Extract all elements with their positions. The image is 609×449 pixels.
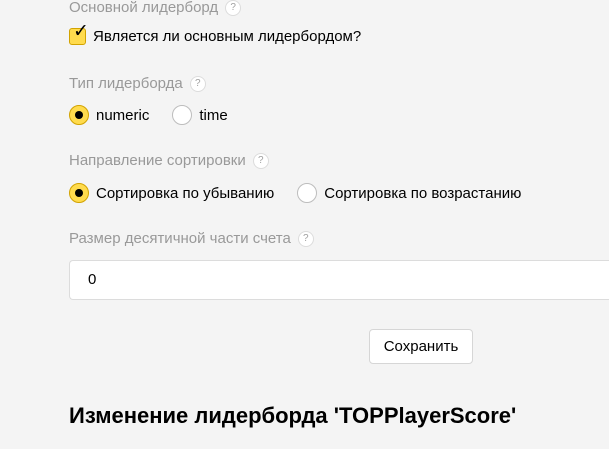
radio-label-time[interactable]: time bbox=[199, 107, 227, 124]
radio-button-ascending[interactable] bbox=[297, 183, 318, 203]
decimal-part-input[interactable]: 0 bbox=[69, 260, 609, 300]
radio-option-numeric[interactable]: numeric bbox=[69, 105, 149, 125]
help-icon[interactable]: ? bbox=[297, 231, 314, 247]
main-leaderboard-checkbox-label[interactable]: Является ли основным лидербордом? bbox=[93, 28, 361, 45]
radio-label-ascending[interactable]: Сортировка по возрастанию bbox=[324, 185, 521, 202]
save-button[interactable]: Сохранить bbox=[369, 329, 473, 364]
sort-direction-radio-group: Сортировка по убыванию Сортировка по воз… bbox=[69, 183, 544, 203]
edit-leaderboard-heading: Изменение лидерборда 'TOPPlayerScore' bbox=[69, 403, 517, 428]
leaderboard-type-label: Тип лидерборда bbox=[69, 75, 183, 92]
radio-label-numeric[interactable]: numeric bbox=[96, 107, 149, 124]
radio-option-descending[interactable]: Сортировка по убыванию bbox=[69, 183, 274, 203]
help-icon[interactable]: ? bbox=[225, 0, 242, 16]
main-leaderboard-checkbox-row[interactable]: ✓ Является ли основным лидербордом? bbox=[69, 22, 361, 45]
radio-button-numeric[interactable] bbox=[69, 105, 89, 125]
sort-direction-label-row: Направление сортировки ? bbox=[69, 152, 269, 170]
decimal-part-label-row: Размер десятичной части счета ? bbox=[69, 230, 314, 248]
help-icon[interactable]: ? bbox=[189, 76, 206, 92]
decimal-part-label: Размер десятичной части счета bbox=[69, 230, 291, 247]
main-leaderboard-label: Основной лидерборд bbox=[69, 0, 219, 16]
radio-button-descending[interactable] bbox=[69, 183, 89, 203]
radio-button-time[interactable] bbox=[172, 105, 193, 125]
sort-direction-label: Направление сортировки bbox=[69, 152, 246, 169]
radio-option-time[interactable]: time bbox=[172, 105, 228, 125]
leaderboard-type-label-row: Тип лидерборда ? bbox=[69, 75, 206, 93]
main-leaderboard-checkbox[interactable]: ✓ bbox=[69, 22, 89, 45]
leaderboard-type-radio-group: numeric time bbox=[69, 105, 251, 125]
help-icon[interactable]: ? bbox=[252, 153, 269, 169]
radio-label-descending[interactable]: Сортировка по убыванию bbox=[96, 185, 274, 202]
main-leaderboard-label-row: Основной лидерборд ? bbox=[69, 0, 242, 17]
checkmark-icon: ✓ bbox=[73, 20, 89, 42]
radio-option-ascending[interactable]: Сортировка по возрастанию bbox=[297, 183, 521, 203]
